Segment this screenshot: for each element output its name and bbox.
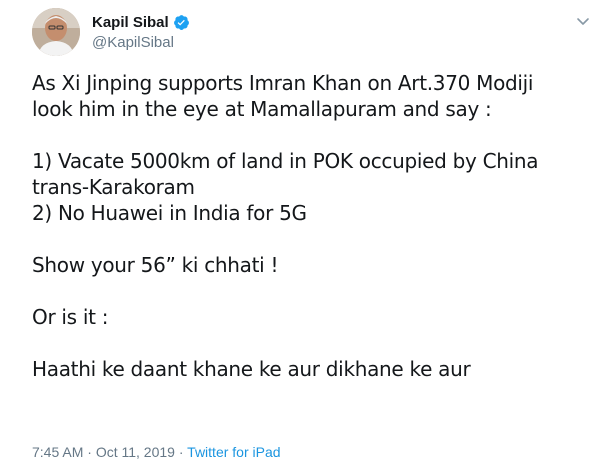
tweet-metadata: 7:45 AM · Oct 11, 2019 · Twitter for iPa…	[32, 444, 281, 460]
tweet-line: 1) Vacate 5000km of land in POK occupied…	[32, 149, 539, 173]
avatar[interactable]	[32, 8, 80, 56]
chevron-down-icon[interactable]	[576, 14, 590, 28]
tweet-time[interactable]: 7:45 AM	[32, 444, 83, 460]
tweet-line: Show your 56” ki chhati !	[32, 253, 279, 277]
verified-badge-icon	[173, 14, 190, 31]
author-block[interactable]: Kapil Sibal @KapilSibal	[92, 12, 190, 51]
meta-separator: ·	[174, 444, 188, 460]
tweet-source-link[interactable]: Twitter for iPad	[187, 444, 280, 460]
meta-separator: ·	[83, 444, 96, 460]
tweet-line: Haathi ke daant khane ke aur dikhane ke …	[32, 357, 471, 381]
tweet-line: 2) No Huawei in India for 5G	[32, 201, 307, 225]
author-display-name[interactable]: Kapil Sibal	[92, 14, 169, 31]
tweet-line: As Xi Jinping supports Imran Khan on Art…	[32, 71, 534, 95]
tweet-line: look him in the eye at Mamallapuram and …	[32, 97, 492, 121]
tweet-date[interactable]: Oct 11, 2019	[96, 444, 175, 460]
tweet-line: trans-Karakoram	[32, 175, 195, 199]
author-handle[interactable]: @KapilSibal	[92, 34, 190, 51]
tweet-line: Or is it :	[32, 305, 109, 329]
tweet-card: Kapil Sibal @KapilSibal As Xi Jinping su…	[0, 0, 612, 464]
tweet-text: As Xi Jinping supports Imran Khan on Art…	[32, 70, 592, 382]
